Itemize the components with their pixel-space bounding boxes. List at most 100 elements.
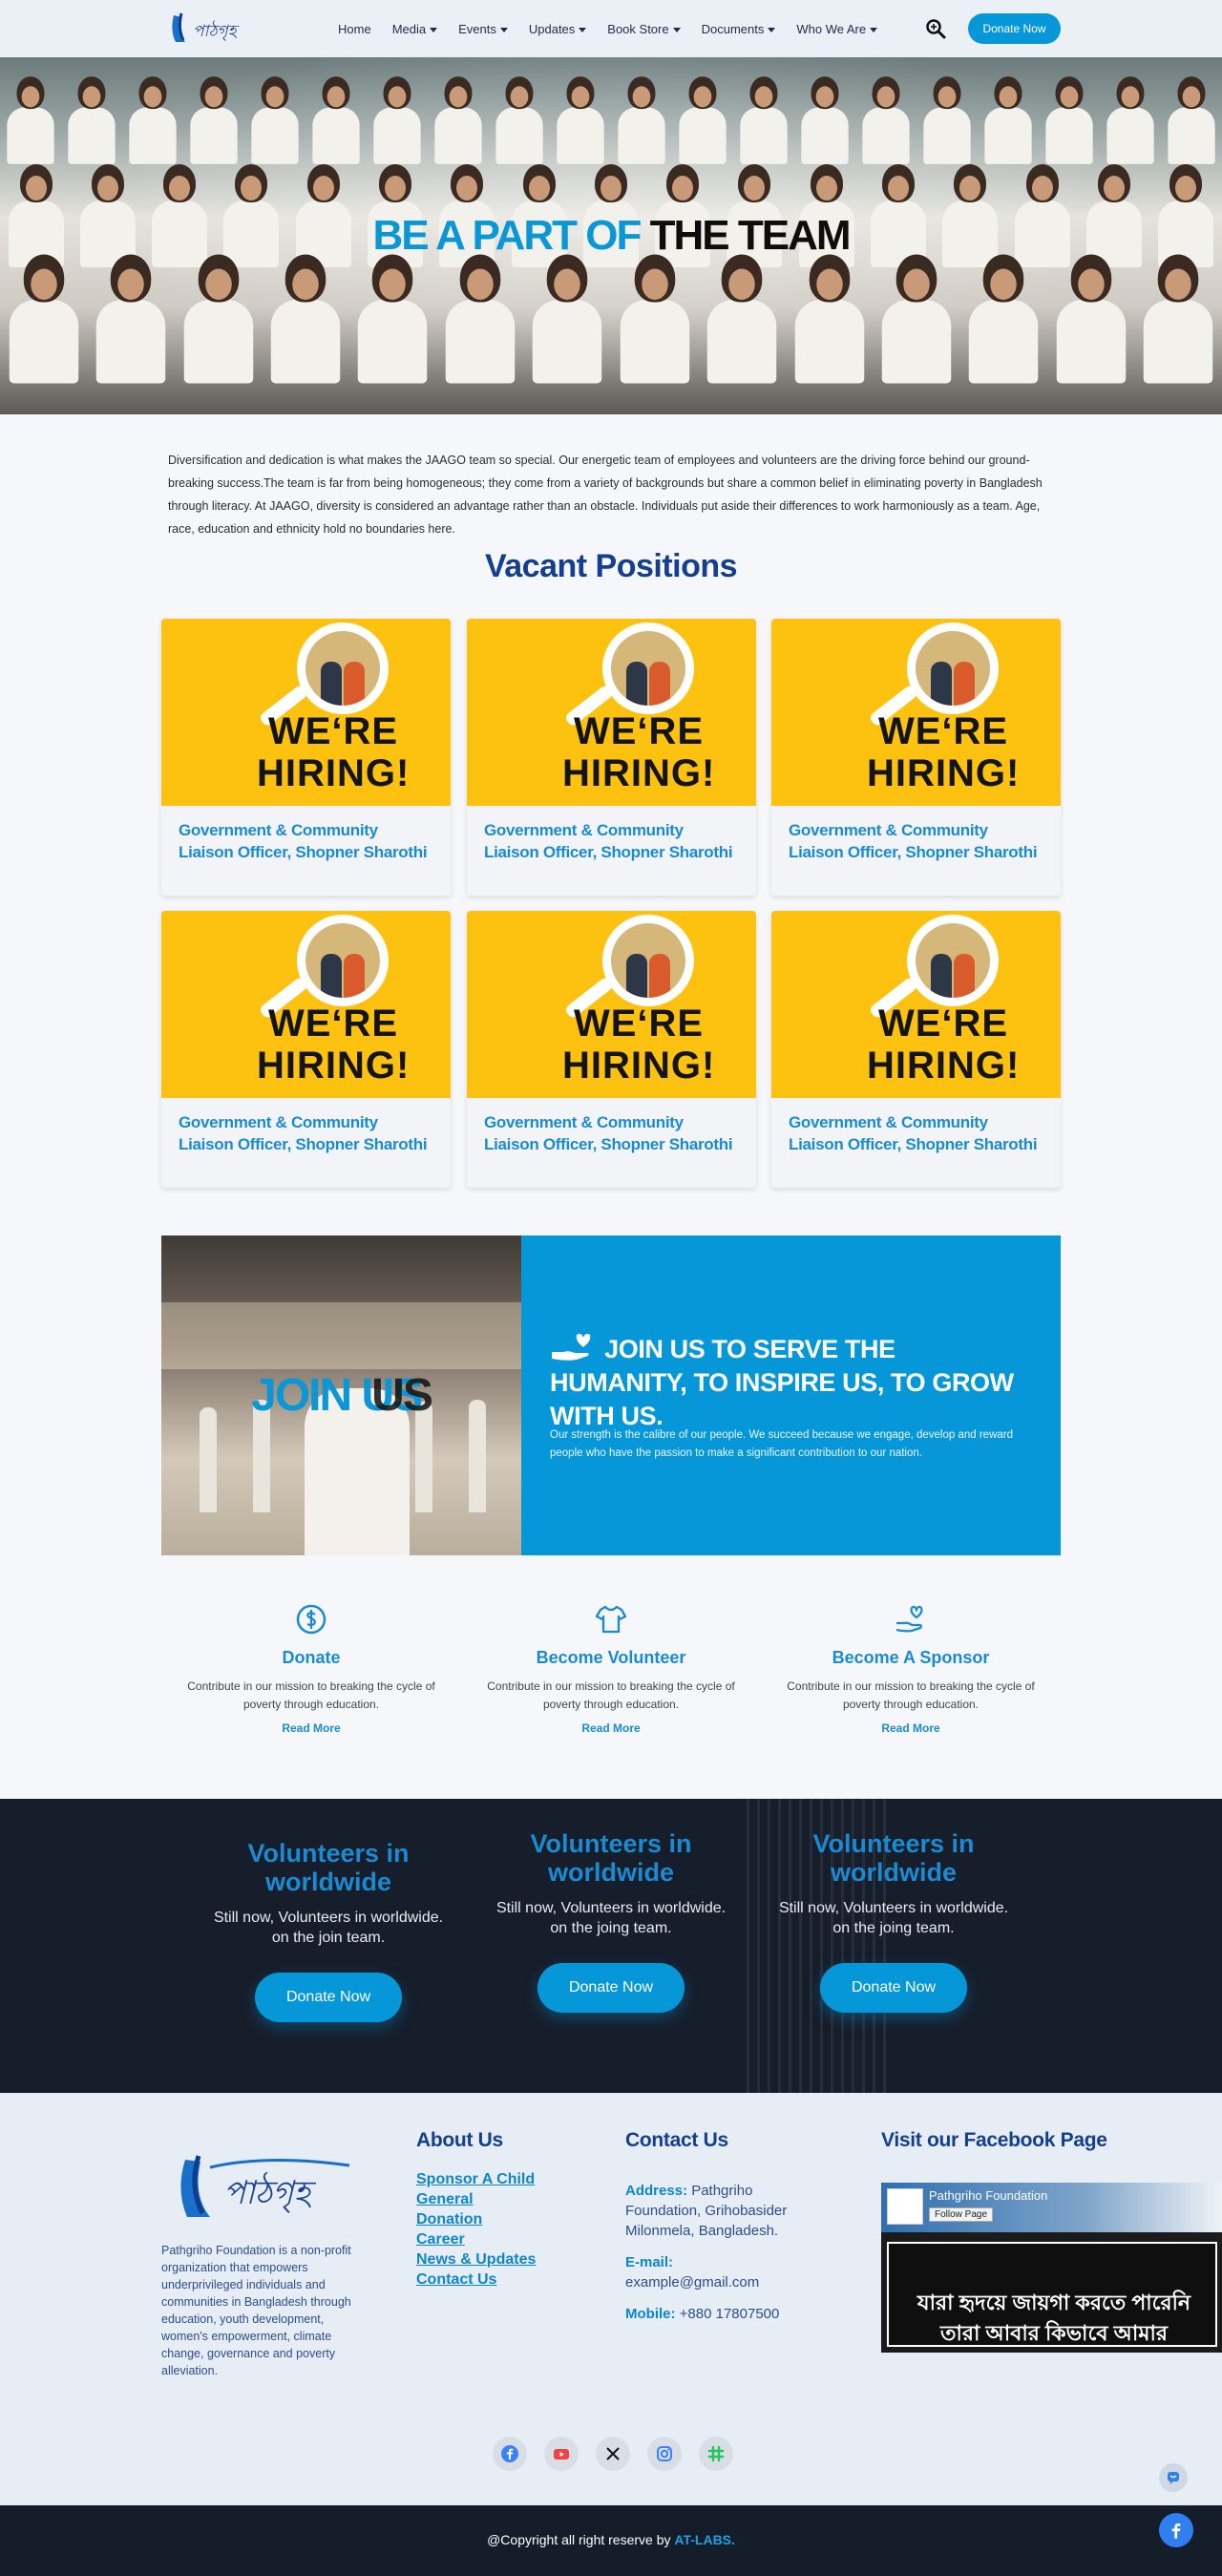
magnifier-icon — [907, 915, 999, 1006]
dollar-icon — [294, 1602, 328, 1636]
social-links — [493, 2437, 733, 2471]
read-more-link[interactable]: Read More — [769, 1721, 1052, 1735]
footer: পাঠগৃহ Pathgriho Foundation is a non-pro… — [0, 2093, 1222, 2505]
nav-item-updates[interactable]: Updates — [528, 21, 587, 36]
stat-text: Still now, Volunteers in worldwide. on t… — [495, 1900, 727, 1936]
donate-now-button[interactable]: Donate Now — [537, 1963, 685, 2013]
position-title[interactable]: Government & Community Liaison Officer, … — [467, 1098, 756, 1169]
read-more-link[interactable]: Read More — [470, 1721, 752, 1735]
at-labs-link[interactable]: AT-LABS. — [674, 2532, 735, 2547]
slack-icon[interactable] — [699, 2437, 733, 2471]
intro-paragraph: Diversification and dedication is what m… — [168, 454, 1043, 536]
action-text: Contribute in our mission to breaking th… — [787, 1679, 1035, 1711]
hiring-text: WE‘RE HIRING! — [562, 1003, 716, 1087]
mobile-value[interactable]: +880 17807500 — [680, 2306, 780, 2322]
position-card[interactable]: WE‘RE HIRING! Government & Community Liais… — [467, 619, 756, 896]
fb-follow-button[interactable]: Follow Page — [929, 2207, 994, 2222]
position-title[interactable]: Government & Community Liaison Officer, … — [771, 1098, 1061, 1169]
nav-item-who-we-are[interactable]: Who We Are — [796, 22, 878, 36]
crowd-person — [445, 254, 516, 384]
fb-banner-text: যারা হৃদয়ে জায়গা করতে পারেনি তারা আবার… — [916, 2291, 1191, 2345]
footer-link-career[interactable]: Career — [416, 2229, 536, 2249]
crowd-person — [129, 76, 177, 164]
nav-item-documents[interactable]: Documents — [702, 22, 776, 36]
crowd-person — [7, 76, 54, 164]
crowd-person — [881, 254, 952, 384]
address-label: Address: — [625, 2183, 688, 2199]
footer-link-contact-us[interactable]: Contact Us — [416, 2270, 536, 2290]
position-card[interactable]: WE‘RE HIRING! Government & Community Liais… — [771, 911, 1061, 1188]
footer-link-sponsor-a-child[interactable]: Sponsor A Child — [416, 2169, 536, 2189]
read-more-link[interactable]: Read More — [170, 1721, 453, 1735]
crowd-person — [969, 254, 1039, 384]
fb-cover-banner: যারা হৃদয়ে জায়গা করতে পারেনি তারা আবার… — [887, 2242, 1217, 2347]
nav-item-media[interactable]: Media — [392, 22, 438, 36]
donate-now-button[interactable]: Donate Now — [968, 13, 1061, 44]
svg-text:পাঠগৃহ: পাঠগৃহ — [223, 2171, 316, 2214]
site-logo[interactable]: পাঠগৃহ — [168, 10, 248, 46]
position-card[interactable]: WE‘RE HIRING! Government & Community Liais… — [467, 911, 756, 1188]
donate-now-button[interactable]: Donate Now — [820, 1963, 967, 2013]
crowd-person — [620, 254, 689, 384]
instagram-icon[interactable] — [647, 2437, 682, 2471]
position-title[interactable]: Government & Community Liaison Officer, … — [771, 806, 1061, 876]
join-us-panel: JOIN US TO SERVE THE HUMANITY, TO INSPIR… — [521, 1235, 1061, 1555]
hiring-text: WE‘RE HIRING! — [562, 710, 716, 794]
footer-contact-heading: Contact Us — [625, 2129, 728, 2151]
x-icon[interactable] — [596, 2437, 630, 2471]
crowd-person — [183, 254, 253, 384]
donate-now-button[interactable]: Donate Now — [255, 1973, 402, 2022]
fb-cover: Pathgriho Foundation Follow Page — [881, 2183, 1222, 2232]
crowd-person — [1143, 254, 1213, 384]
chat-icon[interactable] — [1159, 2463, 1188, 2492]
hero-title-blue: BE A PART OF — [372, 212, 642, 259]
footer-facebook-heading: Visit our Facebook Page — [881, 2129, 1107, 2151]
facebook-float-icon[interactable] — [1159, 2513, 1193, 2547]
email-value[interactable]: example@gmail.com — [625, 2272, 826, 2292]
position-title[interactable]: Government & Community Liaison Officer, … — [161, 806, 451, 876]
email-label: E-mail: — [625, 2254, 674, 2270]
position-card[interactable]: WE‘RE HIRING! Government & Community Liais… — [161, 619, 451, 896]
facebook-icon[interactable] — [493, 2437, 527, 2471]
footer-links: Sponsor A Child General Donation Career News… — [416, 2169, 536, 2290]
hiring-text: WE‘RE HIRING! — [257, 1003, 411, 1087]
magnifier-icon — [907, 623, 999, 714]
facebook-page-widget[interactable]: Pathgriho Foundation Follow Page যারা হৃ… — [881, 2183, 1222, 2353]
mobile-label: Mobile: — [625, 2306, 676, 2322]
nav-item-events[interactable]: Events — [458, 22, 508, 36]
position-title[interactable]: Government & Community Liaison Officer, … — [161, 1098, 451, 1169]
footer-logo[interactable]: পাঠগৃহ — [172, 2148, 353, 2225]
position-title[interactable]: Government & Community Liaison Officer, … — [467, 806, 756, 876]
footer-contact-block: Address: Pathgriho Foundation, Grihobasi… — [625, 2181, 826, 2335]
vacant-positions-title: Vacant Positions — [484, 548, 738, 584]
footer-about-text: Pathgriho Foundation is a non-profit org… — [161, 2244, 351, 2377]
hero-title-dark: THE TEAM — [649, 212, 852, 259]
hero-title: BE A PART OF THE TEAM — [0, 212, 1222, 260]
chevron-down-icon — [499, 27, 508, 32]
crowd-person — [679, 76, 727, 164]
join-us-text: Our strength is the calibre of our peopl… — [550, 1429, 1014, 1459]
stat-text: Still now, Volunteers in worldwide. on t… — [213, 1910, 444, 1946]
nav-item-home[interactable]: Home — [338, 22, 371, 36]
nav-item-book-store[interactable]: Book Store — [607, 22, 681, 36]
crowd-person — [618, 76, 665, 164]
stat-title: Volunteers in worldwide — [530, 1829, 692, 1887]
search-icon[interactable] — [924, 17, 947, 40]
youtube-icon[interactable] — [544, 2437, 579, 2471]
nav-item-label: Updates — [528, 21, 576, 36]
footer-link-news-updates[interactable]: News & Updates — [416, 2249, 536, 2270]
hero-banner: BE A PART OF THE TEAM — [0, 57, 1222, 414]
fb-page-name[interactable]: Pathgriho Foundation — [929, 2188, 1047, 2203]
volunteer-stat: Volunteers in worldwide Still now, Volunt… — [204, 1839, 453, 2022]
action-text: Contribute in our mission to breaking th… — [487, 1679, 735, 1711]
crowd-person — [312, 76, 360, 164]
position-card[interactable]: WE‘RE HIRING! Government & Community Liais… — [771, 619, 1061, 896]
action-text: Contribute in our mission to breaking th… — [187, 1679, 435, 1711]
position-card[interactable]: WE‘RE HIRING! Government & Community Liais… — [161, 911, 451, 1188]
hiring-image: WE‘RE HIRING! — [467, 619, 756, 806]
chevron-down-icon — [768, 27, 776, 32]
footer-link-donation[interactable]: Donation — [416, 2209, 536, 2229]
action-title: Become Volunteer — [536, 1648, 686, 1667]
crowd-person — [984, 76, 1032, 164]
footer-link-general[interactable]: General — [416, 2189, 536, 2209]
